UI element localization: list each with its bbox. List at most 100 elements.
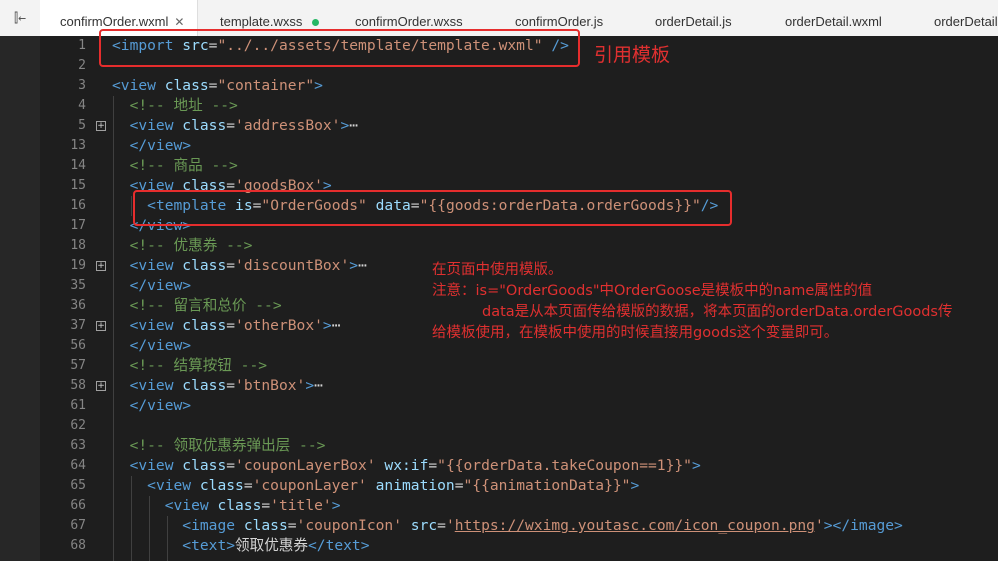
tab-label: confirmOrder.js — [515, 14, 604, 29]
tab-orderdetail[interactable]: orderDetail — [934, 0, 998, 36]
code-text: </view> — [112, 396, 192, 416]
line-number: 5 — [78, 118, 86, 133]
code-token: = — [226, 377, 236, 394]
code-token: class — [182, 377, 227, 394]
code-token: "container" — [217, 77, 315, 94]
code-token: 'couponIcon' — [296, 517, 402, 534]
code-text: <view class='addressBox'>⋯ — [112, 116, 358, 136]
line-number: 67 — [70, 518, 86, 533]
code-token: ></image> — [823, 517, 903, 534]
code-token: <!-- 地址 --> — [129, 97, 238, 114]
code-token: wx:if — [384, 457, 429, 474]
code-token: ⋯ — [314, 377, 323, 394]
line-number: 16 — [70, 198, 86, 213]
code-line[interactable]: 64 <view class='couponLayerBox' wx:if="{… — [0, 456, 998, 476]
code-token: ' — [814, 517, 824, 534]
fold-expand-icon[interactable]: + — [96, 121, 106, 131]
code-token: = — [437, 517, 446, 534]
code-text: <!-- 优惠券 --> — [112, 236, 253, 256]
code-token: = — [226, 117, 236, 134]
close-icon[interactable]: ✕ — [174, 15, 184, 29]
code-token: <view — [147, 477, 200, 494]
code-token: > — [305, 377, 315, 394]
code-token: src — [410, 517, 438, 534]
code-token: > — [322, 317, 332, 334]
line-number: 18 — [70, 238, 86, 253]
usage-annotation-line2: data是从本页面传给模版的数据，将本页面的orderData.orderGoo… — [482, 304, 953, 320]
code-line[interactable]: 13 </view> — [0, 136, 998, 156]
code-token: > — [630, 477, 640, 494]
code-token: > — [349, 257, 359, 274]
code-line[interactable]: 5 + <view class='addressBox'>⋯ — [0, 116, 998, 136]
indent-guide — [167, 516, 168, 561]
code-text: </view> — [112, 136, 192, 156]
usage-annotation-line3: 给模板使用，在模板中使用的时候直接用goods这个变量即可。 — [432, 325, 839, 341]
code-token: class — [164, 77, 209, 94]
import-highlight-box — [99, 29, 580, 67]
code-token: https://wximg.youtasc.com/icon_coupon.pn… — [454, 517, 815, 534]
code-token: > — [691, 457, 701, 474]
sidebar-toggle-icon[interactable]: ⫿← — [0, 0, 41, 36]
line-number: 1 — [78, 38, 86, 53]
code-token: 'addressBox' — [235, 117, 341, 134]
indent-guide — [131, 476, 132, 561]
code-line[interactable]: 18 <!-- 优惠券 --> — [0, 236, 998, 256]
code-text: <view class='discountBox'>⋯ — [112, 256, 367, 276]
usage-annotation-line1: 注意：is="OrderGoods"中OrderGoose是模板中的name属性… — [432, 283, 873, 299]
line-number: 17 — [70, 218, 86, 233]
indent-guide — [149, 496, 150, 561]
code-line[interactable]: 62 — [0, 416, 998, 436]
code-line[interactable]: 65 <view class='couponLayer' animation="… — [0, 476, 998, 496]
code-text: <view class='couponLayerBox' wx:if="{{or… — [112, 456, 701, 476]
code-token: class — [182, 117, 227, 134]
line-number: 4 — [78, 98, 86, 113]
code-text: <view class='couponLayer' animation="{{a… — [112, 476, 639, 496]
code-token: <view — [112, 77, 165, 94]
code-token: class — [182, 257, 227, 274]
line-number: 58 — [70, 378, 86, 393]
fold-expand-icon[interactable]: + — [96, 321, 106, 331]
line-number: 35 — [70, 278, 86, 293]
code-line[interactable]: 61 </view> — [0, 396, 998, 416]
code-token: 'couponLayer' — [252, 477, 367, 494]
code-token: = — [261, 497, 271, 514]
code-token: </view> — [129, 397, 192, 414]
line-number: 14 — [70, 158, 86, 173]
code-text: <text>领取优惠券</text> — [112, 536, 369, 556]
code-token: = — [226, 317, 236, 334]
code-token: <view — [129, 257, 183, 274]
line-number: 61 — [70, 398, 86, 413]
code-line[interactable]: 63 <!-- 领取优惠券弹出层 --> — [0, 436, 998, 456]
code-line[interactable]: 4 <!-- 地址 --> — [0, 96, 998, 116]
code-token: <image — [182, 517, 244, 534]
code-token: <view — [164, 497, 218, 514]
code-line[interactable]: 3 <view class="container"> — [0, 76, 998, 96]
tab-orderdetail-js[interactable]: orderDetail.js — [655, 0, 732, 36]
fold-expand-icon[interactable]: + — [96, 261, 106, 271]
code-token: = — [243, 477, 253, 494]
code-token: = — [428, 457, 438, 474]
code-text: </view> — [112, 336, 192, 356]
line-number: 3 — [78, 78, 86, 93]
code-text: <!-- 留言和总价 --> — [112, 296, 282, 316]
code-line[interactable]: 58 + <view class='btnBox'>⋯ — [0, 376, 998, 396]
code-line[interactable]: 57 <!-- 结算按钮 --> — [0, 356, 998, 376]
fold-expand-icon[interactable]: + — [96, 381, 106, 391]
tab-orderdetail-wxml[interactable]: orderDetail.wxml — [785, 0, 882, 36]
code-token: class — [182, 317, 227, 334]
code-text: <view class='btnBox'>⋯ — [112, 376, 323, 396]
line-number: 64 — [70, 458, 86, 473]
code-line[interactable]: 14 <!-- 商品 --> — [0, 156, 998, 176]
line-number: 63 — [70, 438, 86, 453]
code-text: <view class='otherBox'>⋯ — [112, 316, 341, 336]
unsaved-dot-icon — [312, 19, 320, 27]
tab-label: orderDetail.wxml — [785, 14, 882, 29]
